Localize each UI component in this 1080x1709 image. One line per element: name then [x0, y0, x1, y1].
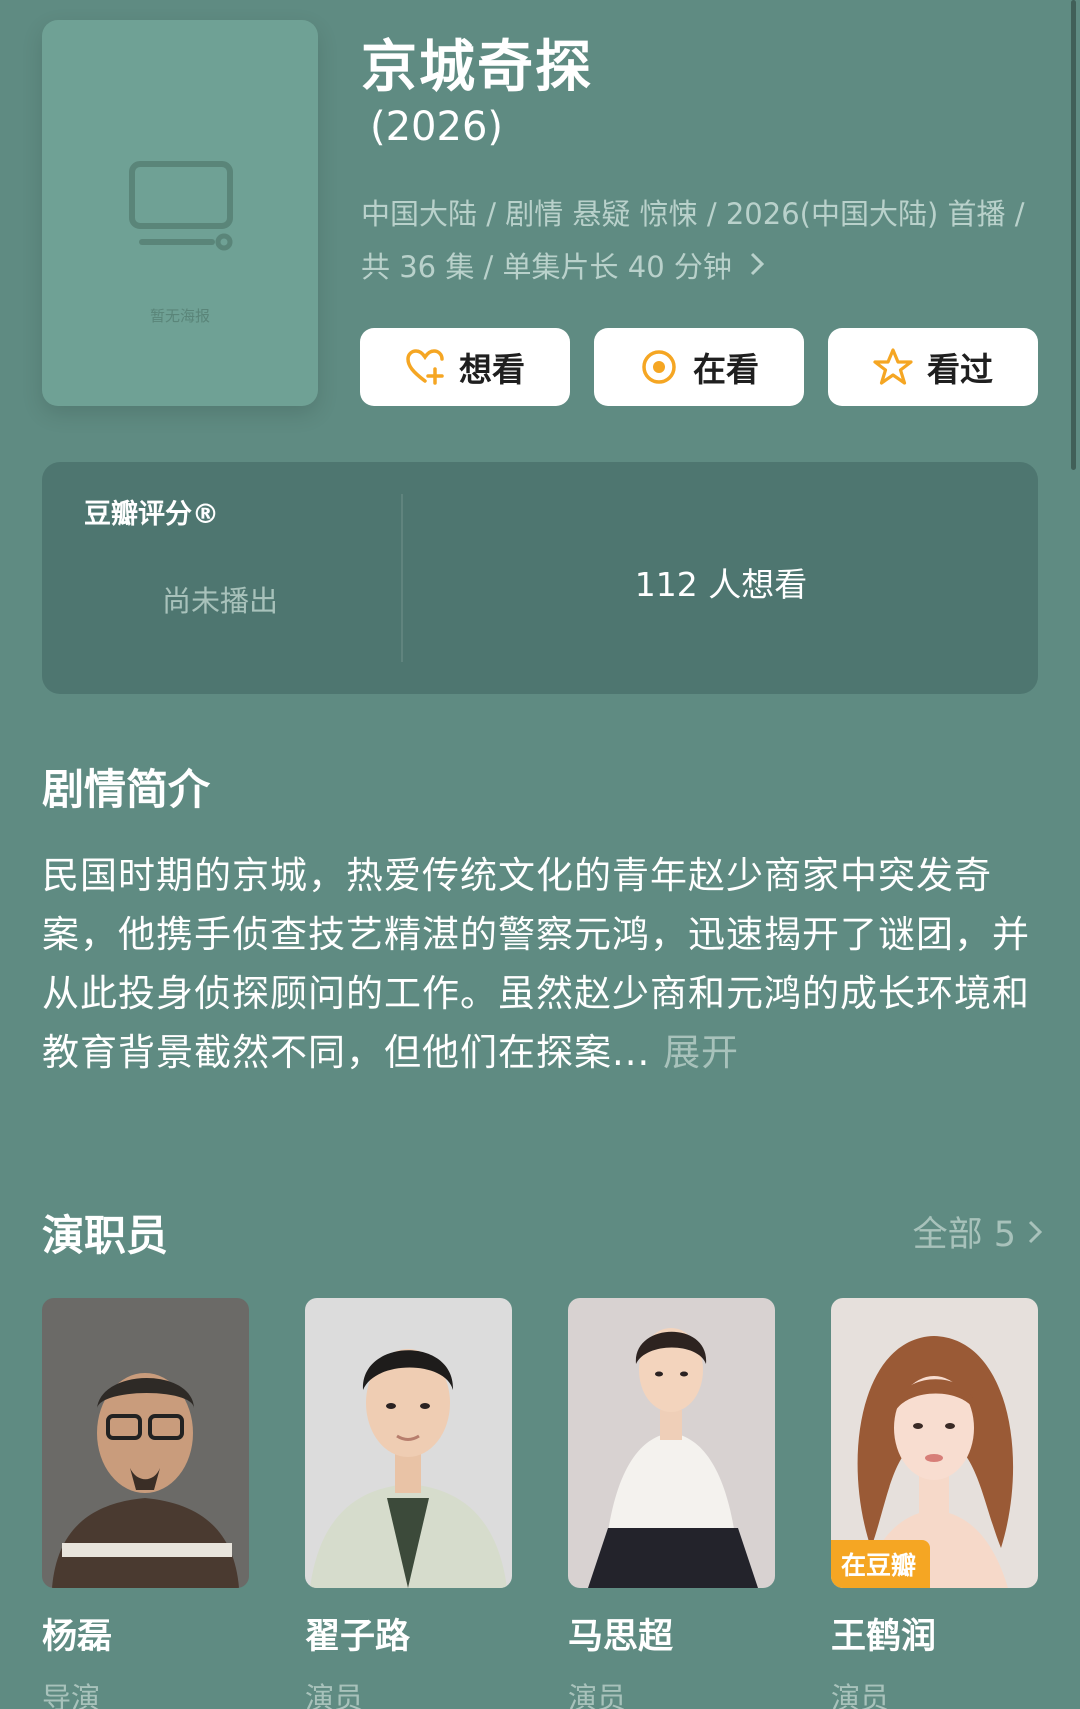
cast-name: 马思超: [568, 1617, 674, 1657]
person-photo: [42, 1298, 249, 1588]
cast-name: 翟子路: [305, 1617, 411, 1657]
heart-plus-icon: [406, 349, 444, 385]
scrollbar[interactable]: [1071, 0, 1076, 470]
meta-line-1: 中国大陆 / 剧情 悬疑 惊悚 / 2026(中国大陆) 首播 /: [361, 197, 1025, 231]
cast-list: 杨磊 导演 翟子路 演员 马思超 演员 在豆瓣 王鹤润 演员: [42, 1298, 1038, 1709]
star-icon: [873, 348, 913, 385]
wish-count: 112 人想看: [634, 565, 808, 604]
watching-button[interactable]: 在看: [594, 328, 804, 406]
poster-placeholder[interactable]: 暂无海报: [42, 20, 318, 406]
target-icon: [642, 350, 676, 384]
page-title: 京城奇探: [361, 35, 593, 100]
chevron-right-icon: [751, 252, 765, 276]
synopsis-text: 民国时期的京城，热爱传统文化的青年赵少商家中突发奇案，他携手侦查技艺精湛的警察元…: [42, 854, 1030, 1074]
poster-placeholder-text: 暂无海报: [149, 307, 210, 325]
want-button[interactable]: 想看: [360, 328, 570, 406]
cast-role: 演员: [305, 1681, 364, 1709]
cast-name: 王鹤润: [831, 1617, 937, 1657]
watched-button[interactable]: 看过: [828, 328, 1038, 406]
cast-member[interactable]: 杨磊 导演: [42, 1298, 249, 1709]
synopsis-title: 剧情简介: [42, 765, 211, 814]
cast-member[interactable]: 在豆瓣 王鹤润 演员: [831, 1298, 1038, 1709]
meta-info[interactable]: 中国大陆 / 剧情 悬疑 惊悚 / 2026(中国大陆) 首播 / 共 36 集…: [361, 188, 1051, 294]
rating-status: 尚未播出: [162, 584, 279, 618]
want-label: 想看: [459, 350, 525, 389]
cast-all-label: 全部 5: [912, 1215, 1016, 1255]
chevron-right-icon: [1028, 1220, 1043, 1243]
cast-all-link[interactable]: 全部 5: [913, 1206, 1044, 1257]
cast-photo: [42, 1298, 249, 1588]
rating-divider: [401, 494, 403, 662]
person-photo: [305, 1298, 512, 1588]
person-photo: [568, 1298, 775, 1588]
rating-card[interactable]: 豆瓣评分® 尚未播出 112 人想看: [42, 462, 1038, 694]
expand-link[interactable]: 展开: [663, 1031, 739, 1074]
cast-role: 演员: [831, 1681, 890, 1709]
cast-role: 导演: [42, 1681, 101, 1709]
cast-role: 演员: [568, 1681, 627, 1709]
cast-badge: 在豆瓣: [831, 1540, 931, 1588]
meta-line-2: 共 36 集 / 单集片长 40 分钟: [361, 250, 732, 284]
cast-title: 演职员: [42, 1211, 169, 1260]
cast-photo: [305, 1298, 512, 1588]
cast-photo: 在豆瓣: [831, 1298, 1038, 1588]
cast-member[interactable]: 翟子路 演员: [305, 1298, 512, 1709]
synopsis-text-block[interactable]: 民国时期的京城，热爱传统文化的青年赵少商家中突发奇案，他携手侦查技艺精湛的警察元…: [42, 846, 1042, 1082]
cast-name: 杨磊: [42, 1617, 113, 1657]
cast-member[interactable]: 马思超 演员: [568, 1298, 775, 1709]
watched-label: 看过: [927, 350, 993, 389]
tv-icon: [129, 161, 233, 251]
action-buttons: 想看 在看 看过: [360, 328, 1038, 406]
watching-label: 在看: [693, 350, 759, 389]
release-year: (2026): [370, 104, 504, 150]
rating-label: 豆瓣评分®: [84, 499, 219, 530]
cast-photo: [568, 1298, 775, 1588]
